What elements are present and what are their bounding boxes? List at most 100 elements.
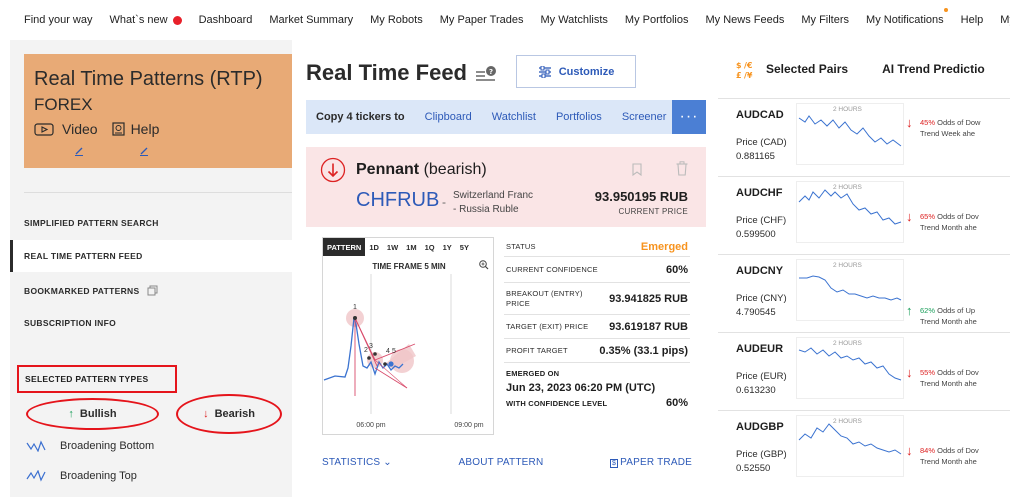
pattern-card-header: Pennant (bearish) CHFRUB - Switzerland F… <box>306 147 706 227</box>
sidebar-item-simplified-search[interactable]: SIMPLIFIED PATTERN SEARCH <box>24 218 159 228</box>
paper-trade-link[interactable]: $ PAPER TRADE <box>610 457 692 468</box>
pair-row-audgbp[interactable]: AUDGBP Price (GBP) 0.52550 2 HOURS ↓ 84% Odds… <box>718 410 1010 488</box>
copy-to-screener-link[interactable]: Screener <box>622 111 667 123</box>
zoom-icon[interactable] <box>479 260 489 270</box>
help-edit-icon[interactable] <box>139 146 149 156</box>
trend-down-arrow-icon: ↓ <box>906 209 913 224</box>
pair-row-audcny[interactable]: AUDCNY Price (CNY) 4.790545 2 HOURS ↑ 62% Odd… <box>718 254 1010 332</box>
point-label: 1 <box>353 304 357 311</box>
nav-whats-new[interactable]: What`s new <box>109 14 182 26</box>
tab-5y[interactable]: 5Y <box>456 238 473 256</box>
about-pattern-link[interactable]: ABOUT PATTERN <box>459 457 544 468</box>
help-link[interactable]: Help <box>111 121 159 137</box>
copy-tickers-label: Copy 4 tickers to <box>316 111 405 123</box>
ticker-symbol[interactable]: CHFRUB <box>356 189 439 212</box>
pair-symbol[interactable]: AUDCHF <box>736 187 782 199</box>
sparkline-chart[interactable]: 2 HOURS <box>796 415 904 477</box>
nav-my-news-feeds[interactable]: My News Feeds <box>706 14 785 26</box>
pair-price: 0.613230 <box>736 385 776 396</box>
pair-price-label: Price (EUR) <box>736 371 787 382</box>
pattern-item-broadening-bottom[interactable]: Broadening Bottom <box>26 440 154 452</box>
nav-my-watchlists[interactable]: My Watchlists <box>540 14 607 26</box>
pair-price: 0.52550 <box>736 463 771 474</box>
video-edit-icon[interactable] <box>74 146 84 156</box>
timeframe-tabs: PATTERN 1D 1W 1M 1Q 1Y 5Y <box>323 238 493 256</box>
video-link[interactable]: Video <box>34 121 98 137</box>
rtp-title: Real Time Patterns (RTP) <box>34 68 263 90</box>
nav-help[interactable]: Help <box>961 14 984 26</box>
sliders-icon <box>538 65 551 78</box>
sparkline-svg <box>798 347 902 381</box>
svg-text:$: $ <box>736 61 742 70</box>
copy-to-watchlist-link[interactable]: Watchlist <box>492 111 536 123</box>
sidebar-item-bookmarked[interactable]: BOOKMARKED PATTERNS <box>24 285 158 296</box>
sidebar-item-subscription[interactable]: SUBSCRIPTION INFO <box>24 318 116 328</box>
trend-prediction: 45% Odds of Dow Trend Week ahe <box>920 118 981 138</box>
pair-symbol[interactable]: AUDGBP <box>736 421 784 433</box>
pair-price-label: Price (GBP) <box>736 449 787 460</box>
customize-button[interactable]: Customize <box>516 55 636 88</box>
pattern-name: Pennant (bearish) <box>356 161 487 178</box>
nav-dashboard[interactable]: Dashboard <box>199 14 253 26</box>
current-price-point <box>388 361 394 367</box>
point-label: 5 <box>392 348 396 355</box>
ticker-description: Switzerland Franc - Russia Ruble <box>453 190 534 215</box>
nav-find-your-way[interactable]: Find your way <box>24 14 92 26</box>
tab-1y[interactable]: 1Y <box>439 238 456 256</box>
pattern-item-broadening-top[interactable]: Broadening Top <box>26 470 137 482</box>
arrow-down-icon: ↓ <box>203 408 209 420</box>
bearish-filter-button[interactable]: ↓ Bearish <box>176 394 282 434</box>
sparkline-chart[interactable]: 2 HOURS <box>796 337 904 399</box>
tab-pattern[interactable]: PATTERN <box>323 238 366 256</box>
tab-1q[interactable]: 1Q <box>421 238 439 256</box>
point-label: 4 <box>386 348 390 355</box>
nav-my-robots[interactable]: My Robots <box>370 14 423 26</box>
pattern-point <box>383 362 387 366</box>
pair-symbol[interactable]: AUDCNY <box>736 265 783 277</box>
pair-symbol[interactable]: AUDEUR <box>736 343 783 355</box>
pair-row-audchf[interactable]: AUDCHF Price (CHF) 0.599500 2 HOURS ↓ 65% Odd… <box>718 176 1010 254</box>
copy-to-clipboard-link[interactable]: Clipboard <box>425 111 472 123</box>
help-lines-icon[interactable]: ? <box>475 64 497 82</box>
pair-price-label: Price (CNY) <box>736 293 787 304</box>
sparkline <box>798 347 902 381</box>
copy-to-portfolios-link[interactable]: Portfolios <box>556 111 602 123</box>
nav-my-brokers[interactable]: My Br <box>1000 14 1010 26</box>
bookmark-icon[interactable] <box>632 163 642 176</box>
emerged-block: EMERGED ON Jun 23, 2023 06:20 PM (UTC) W… <box>506 369 688 409</box>
tab-1w[interactable]: 1W <box>383 238 402 256</box>
svg-text:?: ? <box>489 68 493 76</box>
nav-my-portfolios[interactable]: My Portfolios <box>625 14 689 26</box>
feed-title: Real Time Feed ? <box>306 60 497 86</box>
sparkline-svg <box>798 423 902 455</box>
rtp-info-box: Real Time Patterns (RTP) FOREX Video Hel… <box>24 54 292 168</box>
trend-down-arrow-icon: ↓ <box>906 443 913 458</box>
nav-my-notifications[interactable]: My Notifications <box>866 8 948 26</box>
sidebar-item-real-time-feed[interactable]: REAL TIME PATTERN FEED <box>10 240 292 272</box>
trash-icon[interactable] <box>676 161 688 176</box>
sparkline-chart[interactable]: 2 HOURS <box>796 259 904 321</box>
bullish-filter-button[interactable]: ↑ Bullish <box>26 398 159 430</box>
sparkline-chart[interactable]: 2 HOURS <box>796 103 904 165</box>
nav-my-filters[interactable]: My Filters <box>801 14 849 26</box>
broadening-bottom-icon <box>26 440 46 452</box>
tab-1d[interactable]: 1D <box>365 238 383 256</box>
arrow-up-icon: ↑ <box>68 408 74 420</box>
current-price-label: CURRENT PRICE <box>618 207 688 216</box>
pair-row-audcad[interactable]: AUDCAD Price (CAD) 0.881165 2 HOURS ↓ 45% Odd… <box>718 98 1010 176</box>
sparkline-chart[interactable]: 2 HOURS <box>796 181 904 243</box>
more-options-button[interactable]: ··· <box>672 100 706 134</box>
trend-down-arrow-icon: ↓ <box>906 115 913 130</box>
nav-market-summary[interactable]: Market Summary <box>269 14 353 26</box>
sparkline <box>798 423 902 455</box>
statistics-toggle[interactable]: STATISTICS ⌄ <box>322 457 392 468</box>
dollar-icon: $ <box>610 459 619 468</box>
current-price: 93.950195 RUB <box>594 189 688 204</box>
currency-exchange-icon: $/€£/¥ <box>736 61 753 79</box>
rtp-subtitle: FOREX <box>34 95 93 114</box>
pair-row-audeur[interactable]: AUDEUR Price (EUR) 0.613230 2 HOURS ↓ 55% Odd… <box>718 332 1010 410</box>
nav-my-paper-trades[interactable]: My Paper Trades <box>440 14 524 26</box>
sparkline-svg <box>798 189 902 225</box>
pair-symbol[interactable]: AUDCAD <box>736 109 784 121</box>
tab-1m[interactable]: 1M <box>402 238 420 256</box>
